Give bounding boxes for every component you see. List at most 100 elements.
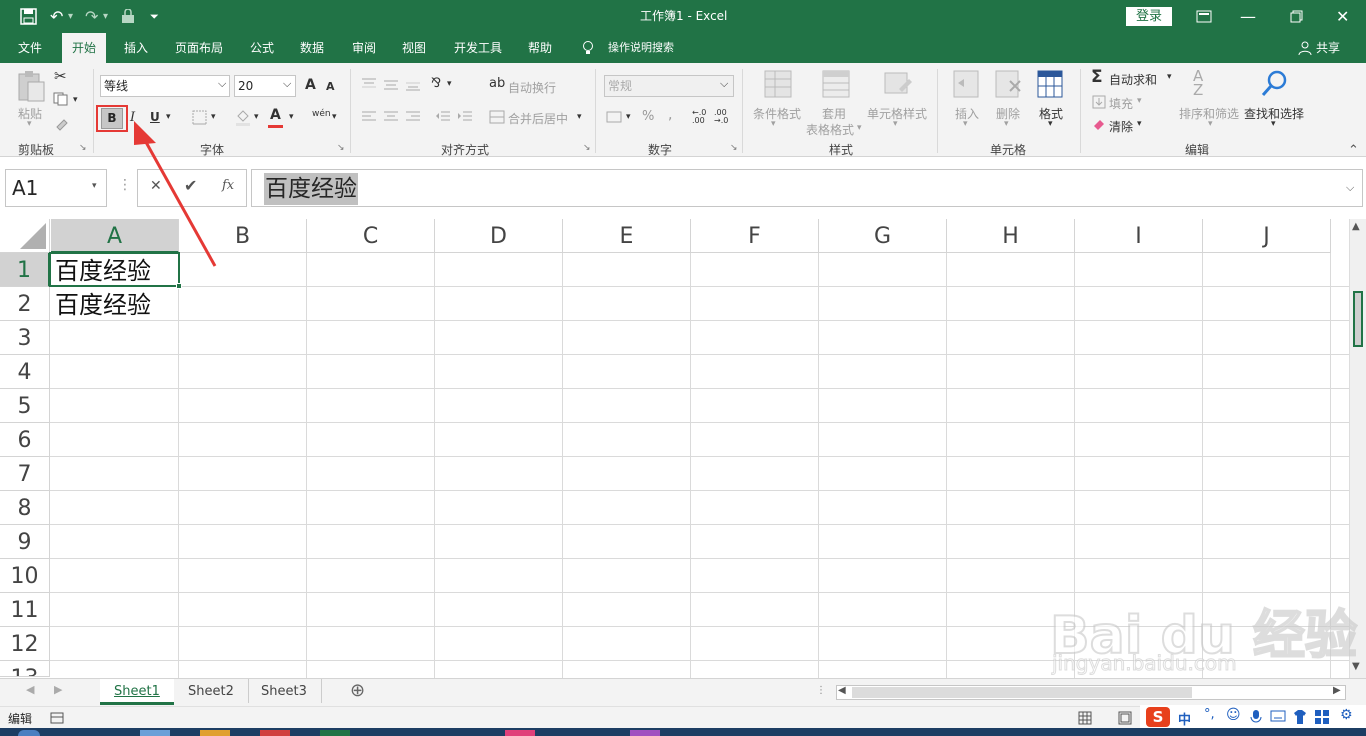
tab-data[interactable]: 数据 bbox=[290, 33, 334, 63]
grow-font-button[interactable]: A bbox=[305, 77, 316, 93]
macro-record-icon[interactable] bbox=[50, 712, 64, 724]
scroll-left-icon[interactable]: ◀ bbox=[838, 685, 846, 696]
taskbar-app[interactable] bbox=[505, 730, 535, 736]
sheet-tab-1[interactable]: Sheet1 bbox=[100, 679, 174, 705]
tab-view[interactable]: 视图 bbox=[392, 33, 436, 63]
scroll-right-icon[interactable]: ▶ bbox=[1333, 685, 1341, 696]
font-size-dropdown-icon[interactable]: ⌵ bbox=[283, 77, 291, 91]
row-header-12[interactable]: 12 bbox=[0, 627, 50, 661]
align-middle-icon[interactable] bbox=[383, 77, 399, 91]
row-header-13[interactable]: 13 bbox=[0, 661, 50, 677]
fill-icon[interactable] bbox=[1092, 95, 1106, 109]
column-header-j[interactable]: J bbox=[1203, 219, 1331, 253]
row-header-6[interactable]: 6 bbox=[0, 423, 50, 457]
undo-icon[interactable]: ↶ bbox=[50, 0, 63, 33]
phonetic-button[interactable]: wén bbox=[312, 109, 331, 119]
tab-page-layout[interactable]: 页面布局 bbox=[165, 33, 233, 63]
cut-icon[interactable]: ✂ bbox=[54, 67, 67, 85]
fill-button[interactable]: 填充 bbox=[1109, 95, 1133, 112]
font-color-dropdown-icon[interactable]: ▾ bbox=[289, 112, 294, 122]
conditional-formatting-button[interactable]: 条件格式 bbox=[753, 105, 801, 122]
format-as-table-dropdown-icon[interactable]: ▾ bbox=[857, 123, 862, 133]
wrap-text-icon[interactable]: ab bbox=[489, 76, 505, 91]
phonetic-dropdown-icon[interactable]: ▾ bbox=[332, 112, 337, 122]
merge-dropdown-icon[interactable]: ▾ bbox=[577, 112, 582, 122]
font-name-box[interactable]: 等线 bbox=[100, 75, 230, 97]
format-as-table-icon[interactable] bbox=[821, 69, 851, 99]
emoji-icon[interactable]: ☺ bbox=[1226, 707, 1241, 723]
fill-dropdown-icon[interactable]: ▾ bbox=[1137, 96, 1142, 106]
align-bottom-icon[interactable] bbox=[405, 77, 421, 91]
normal-view-icon[interactable] bbox=[1078, 711, 1092, 725]
orientation-icon[interactable]: ⅋ bbox=[431, 76, 441, 91]
copy-icon[interactable] bbox=[53, 92, 69, 106]
keyboard-icon[interactable] bbox=[1270, 710, 1286, 722]
cond-format-dropdown-icon[interactable]: ▾ bbox=[771, 119, 776, 129]
sheet-tab-2[interactable]: Sheet2 bbox=[174, 679, 249, 703]
row-header-8[interactable]: 8 bbox=[0, 491, 50, 525]
formula-input[interactable] bbox=[251, 169, 1363, 207]
ime-tools-icon[interactable]: ⚙ bbox=[1340, 707, 1353, 723]
sort-filter-dropdown-icon[interactable]: ▾ bbox=[1208, 119, 1213, 129]
tell-me-search[interactable]: 操作说明搜索 bbox=[598, 33, 684, 63]
ribbon-display-options-icon[interactable] bbox=[1196, 10, 1212, 23]
align-top-icon[interactable] bbox=[361, 77, 377, 91]
insert-cells-dropdown-icon[interactable]: ▾ bbox=[963, 119, 968, 129]
sogou-logo-icon[interactable]: S bbox=[1146, 707, 1170, 727]
merge-center-button[interactable]: 合并后居中 bbox=[508, 110, 568, 127]
decrease-indent-icon[interactable] bbox=[435, 110, 451, 124]
orientation-dropdown-icon[interactable]: ▾ bbox=[447, 79, 452, 89]
ime-apps-icon[interactable] bbox=[1314, 709, 1330, 725]
tab-split-handle[interactable]: ⋮ bbox=[816, 685, 826, 696]
horizontal-scroll-thumb[interactable] bbox=[852, 687, 1192, 698]
next-sheet-icon[interactable]: ▶ bbox=[54, 683, 62, 696]
font-name-dropdown-icon[interactable]: ⌵ bbox=[218, 77, 226, 91]
collapse-ribbon-icon[interactable]: ⌃ bbox=[1348, 143, 1359, 158]
bold-button[interactable]: B bbox=[101, 108, 123, 129]
sheet-tab-3[interactable]: Sheet3 bbox=[247, 679, 322, 703]
format-as-table-line1[interactable]: 套用 bbox=[822, 105, 846, 122]
find-select-icon[interactable] bbox=[1259, 69, 1289, 99]
tab-help[interactable]: 帮助 bbox=[518, 33, 562, 63]
find-select-dropdown-icon[interactable]: ▾ bbox=[1271, 119, 1276, 129]
eraser-icon[interactable] bbox=[1092, 117, 1106, 131]
autosum-button[interactable]: 自动求和 bbox=[1109, 71, 1157, 88]
add-sheet-icon[interactable]: ⊕ bbox=[350, 680, 365, 701]
borders-dropdown-icon[interactable]: ▾ bbox=[211, 112, 216, 122]
expand-formula-bar-icon[interactable]: ⌵ bbox=[1346, 181, 1354, 195]
format-cells-icon[interactable] bbox=[1036, 69, 1064, 99]
column-header-g[interactable]: G bbox=[819, 219, 947, 253]
column-header-d[interactable]: D bbox=[435, 219, 563, 253]
number-format-dropdown-icon[interactable]: ⌵ bbox=[720, 77, 728, 91]
paste-dropdown-icon[interactable]: ▾ bbox=[27, 119, 32, 129]
underline-button[interactable]: U bbox=[150, 110, 160, 124]
number-format-box[interactable]: 常规 bbox=[604, 75, 734, 97]
minimize-icon[interactable]: — bbox=[1240, 0, 1256, 33]
cell-styles-dropdown-icon[interactable]: ▾ bbox=[893, 119, 898, 129]
microphone-icon[interactable] bbox=[1250, 709, 1262, 725]
skin-icon[interactable] bbox=[1292, 709, 1308, 725]
tab-insert[interactable]: 插入 bbox=[114, 33, 158, 63]
row-header-7[interactable]: 7 bbox=[0, 457, 50, 491]
worksheet-grid[interactable]: ABCDEFGHIJ 12345678910111213 百度经验 百度经验 ▲… bbox=[0, 121, 1366, 678]
lock-icon[interactable] bbox=[121, 9, 135, 24]
row-header-1[interactable]: 1 bbox=[0, 253, 50, 287]
insert-cells-icon[interactable] bbox=[952, 69, 980, 99]
tab-file[interactable]: 文件 bbox=[8, 33, 52, 63]
close-icon[interactable]: ✕ bbox=[1336, 0, 1349, 33]
increase-decimal-icon[interactable]: ←.0.00 bbox=[692, 109, 706, 125]
format-painter-icon[interactable] bbox=[54, 115, 70, 131]
format-cells-dropdown-icon[interactable]: ▾ bbox=[1048, 119, 1053, 129]
taskbar-app[interactable] bbox=[200, 730, 230, 736]
delete-cells-icon[interactable] bbox=[994, 69, 1022, 99]
redo-dropdown-icon[interactable]: ▾ bbox=[103, 0, 108, 33]
align-right-icon[interactable] bbox=[405, 110, 421, 124]
column-header-c[interactable]: C bbox=[307, 219, 435, 253]
taskbar-app-excel[interactable] bbox=[320, 730, 350, 736]
increase-indent-icon[interactable] bbox=[457, 110, 473, 124]
vertical-scroll-thumb[interactable] bbox=[1353, 291, 1363, 347]
paste-icon[interactable] bbox=[16, 69, 46, 103]
align-left-icon[interactable] bbox=[361, 110, 377, 124]
name-box-dropdown-icon[interactable]: ▾ bbox=[92, 181, 97, 191]
format-as-table-line2[interactable]: 表格格式 bbox=[806, 121, 854, 138]
